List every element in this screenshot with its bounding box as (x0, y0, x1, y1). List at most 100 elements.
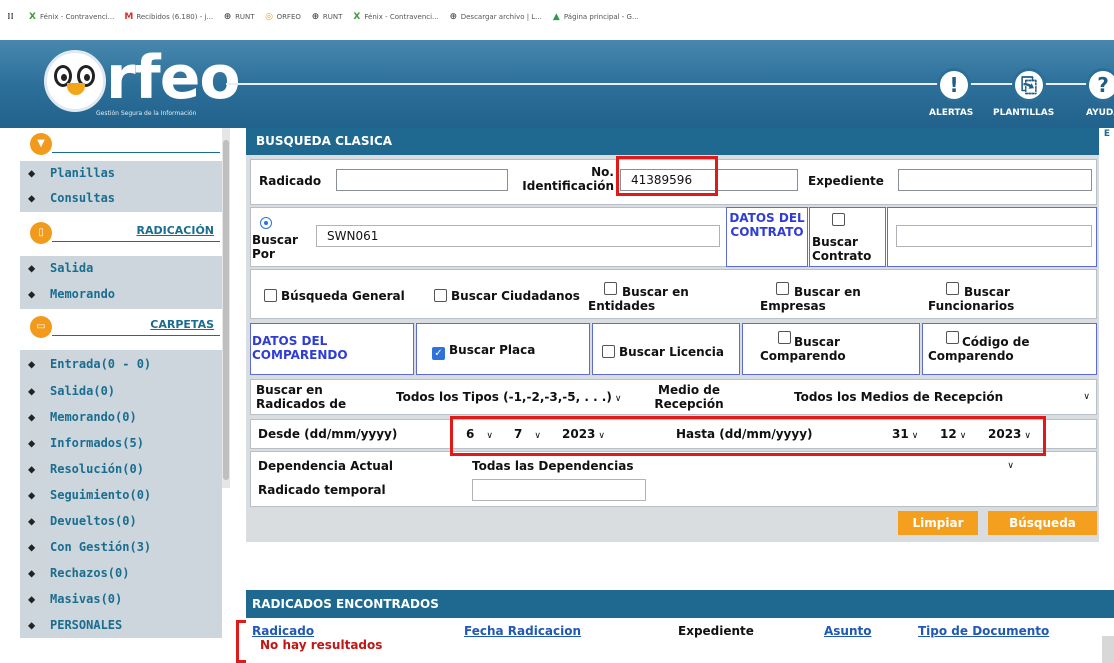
contrato-input[interactable] (896, 225, 1092, 247)
globe-icon: ⊕ (449, 11, 457, 22)
checkbox[interactable] (434, 289, 447, 302)
templates-icon[interactable]: ⎘ (1012, 68, 1046, 102)
radicado-temporal-input[interactable] (472, 479, 646, 501)
folder-item[interactable]: ◆ Seguimiento(0) (20, 482, 222, 508)
templates-link[interactable]: PLANTILLAS (993, 108, 1054, 118)
column-fecha-radicacion[interactable]: Fecha Radicacion (464, 624, 581, 638)
orfeo-owl-logo-icon (44, 50, 106, 112)
bookmark-gmail[interactable]: M Recibidos (6.180) - j... (124, 12, 214, 22)
scrollbar-thumb[interactable] (223, 140, 229, 480)
bookmark-descargar[interactable]: ⊕ Descargar archivo | L... (449, 11, 541, 22)
sidebar-item-salida[interactable]: ◆ Salida (20, 256, 222, 279)
folder-item[interactable]: ◆ Resolución(0) (20, 456, 222, 482)
medio-recepcion-label: Medio de Recepción (654, 383, 724, 411)
buscar-por-radio[interactable] (260, 217, 272, 229)
folder-item[interactable]: ◆ Masivas(0) (20, 586, 222, 612)
right-edge-link[interactable]: E (1100, 128, 1114, 158)
bookmark-orfeo[interactable]: ◎ ORFEO (265, 12, 301, 22)
folder-label: Con Gestión(3) (50, 540, 152, 554)
folder-item[interactable]: ◆ Devueltos(0) (20, 508, 222, 534)
medios-select[interactable]: Todos los Medios de Recepción ∨ (794, 387, 1094, 407)
section-carpetas[interactable]: ▭ CARPETAS (20, 314, 222, 340)
desde-label: Desde (dd/mm/yyyy) (258, 427, 398, 441)
buscar-por-input[interactable]: SWN061 (316, 225, 720, 247)
bullet-icon: ◆ (28, 618, 36, 632)
bookmark-label: Página principal - G... (563, 13, 639, 21)
busqueda-button[interactable]: Búsqueda (988, 511, 1097, 535)
bullet-icon: ◆ (28, 514, 36, 528)
folder-item[interactable]: ◆ Rechazos(0) (20, 560, 222, 586)
bookmark-fenix-2[interactable]: X Fénix - Contravenci... (352, 12, 439, 22)
sidebar-item-planillas[interactable]: ◆ Planillas (20, 161, 222, 184)
bullet-icon: ◆ (28, 191, 36, 205)
limpiar-button[interactable]: Limpiar (898, 511, 978, 535)
sidebar-item-consultas[interactable]: ◆ Consultas (20, 184, 222, 212)
bullet-icon: ◆ (28, 260, 36, 275)
highlight-date-range (450, 416, 1046, 456)
radicado-input[interactable] (336, 169, 508, 191)
sidebar-item-label: Salida (50, 260, 94, 275)
sidebar-item-memorando[interactable]: ◆ Memorando (20, 279, 222, 309)
checkbox-checked[interactable]: ✓ (432, 347, 445, 360)
sidebar-item-label: Memorando (50, 287, 116, 301)
folder-label: Memorando(0) (50, 410, 137, 424)
expediente-input[interactable] (898, 169, 1092, 191)
dependencia-select[interactable]: Todas las Dependencias ∨ (472, 456, 1018, 476)
buscar-licencia-option[interactable]: Buscar Licencia (602, 345, 724, 359)
bookmark-apps[interactable]: ⁞⁞ (6, 12, 18, 22)
folder-item[interactable]: ◆ Entrada(0 - 0) (20, 350, 222, 378)
help-link[interactable]: AYUDA (1086, 108, 1114, 118)
chevron-down-icon[interactable]: ▼ (30, 133, 52, 155)
chevron-down-icon: ∨ (1007, 461, 1014, 471)
sidebar-menu-header[interactable]: ▼ (20, 131, 222, 157)
checkbox[interactable] (602, 345, 615, 358)
highlight-no-identificacion (616, 156, 718, 196)
folder-item[interactable]: ◆ PERSONALES (20, 612, 222, 638)
alert-icon[interactable]: ! (937, 68, 971, 102)
owl-pupil (61, 74, 67, 81)
select-value: Todos los Medios de Recepción (794, 390, 1004, 404)
folder-item[interactable]: ◆ Informados(5) (20, 430, 222, 456)
section-title: CARPETAS (150, 318, 214, 331)
section-radicacion[interactable]: ▯ RADICACIÓN (20, 220, 222, 246)
buscar-placa-option[interactable]: ✓ Buscar Placa (432, 343, 535, 360)
bookmark-fenix-1[interactable]: X Fénix - Contravenci... (28, 11, 114, 22)
bullet-icon: ◆ (28, 357, 36, 371)
globe-icon: ⊕ (223, 11, 232, 22)
datos-contrato-label: DATOS DEL CONTRATO (729, 211, 805, 239)
folder-item[interactable]: ◆ Con Gestión(3) (20, 534, 222, 560)
column-expediente: Expediente (678, 624, 754, 638)
alerts-link[interactable]: ALERTAS (929, 108, 973, 118)
bookmark-drive[interactable]: ▲ Página principal - G... (552, 12, 639, 22)
results-scrollbar[interactable] (1102, 636, 1114, 663)
section-rule (52, 241, 220, 242)
sidebar-scrollbar[interactable] (222, 128, 230, 488)
buscar-contrato-checkbox[interactable] (832, 213, 845, 226)
bullet-icon: ◆ (28, 540, 36, 554)
buscar-comparendo-label: Buscar Comparendo (760, 335, 846, 363)
dependencia-label: Dependencia Actual (258, 459, 394, 473)
folder-label: Resolución(0) (50, 462, 144, 476)
bookmark-runt-1[interactable]: ⊕ RUNT (223, 11, 255, 22)
checkbox[interactable] (264, 289, 277, 302)
bookmark-runt-2[interactable]: ⊕ RUNT (311, 12, 343, 22)
option-label: Buscar Ciudadanos (451, 289, 580, 303)
column-tipo-documento[interactable]: Tipo de Documento (918, 624, 1049, 638)
folder-item[interactable]: ◆ Memorando(0) (20, 404, 222, 430)
buscar-ciudadanos-option[interactable]: Buscar Ciudadanos (434, 289, 580, 303)
help-icon[interactable]: ? (1086, 68, 1114, 102)
x-logo-icon: X (29, 11, 36, 22)
folder-label: Devueltos(0) (50, 514, 137, 528)
bookmark-label: Recibidos (6.180) - j... (136, 13, 214, 21)
folder-item[interactable]: ◆ Salida(0) (20, 378, 222, 404)
busqueda-general-option[interactable]: Búsqueda General (264, 289, 405, 303)
folder-label: PERSONALES (50, 618, 123, 632)
tipos-select[interactable]: Todos los Tipos (-1,-2,-3,-5, . . .) ∨ (396, 387, 622, 407)
bookmark-label: Fénix - Contravenci... (364, 13, 439, 21)
logo-text: rfeo (106, 43, 241, 113)
bookmark-label: ORFEO (276, 13, 301, 21)
column-asunto[interactable]: Asunto (824, 624, 872, 638)
column-radicado[interactable]: Radicado (252, 624, 314, 638)
option-label: Buscar Licencia (619, 345, 725, 359)
folder-icon: ▭ (30, 316, 52, 338)
